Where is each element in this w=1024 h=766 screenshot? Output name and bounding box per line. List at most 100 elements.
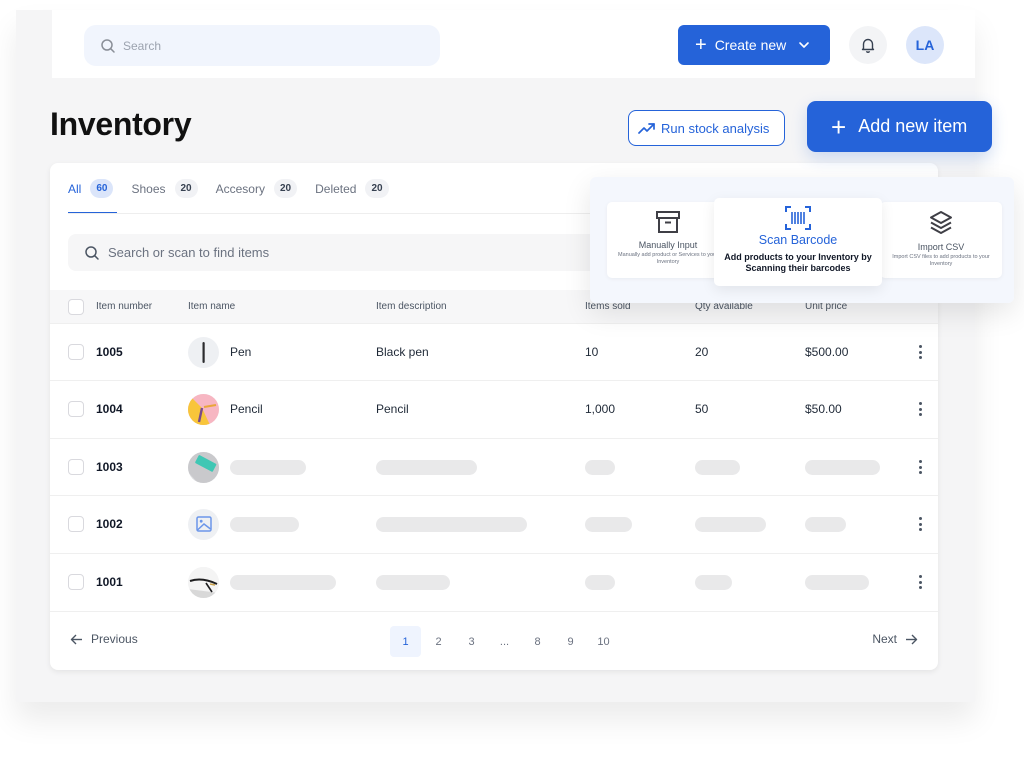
next-page-button[interactable]: Next	[872, 632, 918, 646]
unit-price: $50.00	[805, 402, 842, 416]
loading-skeleton	[805, 574, 869, 590]
import-csv-title: Import CSV	[917, 242, 965, 252]
item-number: 1002	[96, 517, 123, 531]
pencil-image	[188, 393, 219, 425]
loading-skeleton	[376, 459, 477, 475]
table-row[interactable]: 1002	[50, 495, 938, 552]
tab-deleted[interactable]: Deleted 20	[315, 163, 389, 214]
item-name: Pencil	[230, 402, 263, 416]
manual-input-option[interactable]: Manually Input Manually add product or S…	[607, 202, 729, 278]
loading-skeleton	[695, 459, 740, 475]
loading-skeleton	[376, 516, 527, 532]
loading-skeleton	[585, 574, 615, 590]
loading-skeleton	[585, 516, 632, 532]
pen-image	[188, 336, 219, 368]
previous-page-button[interactable]: Previous	[70, 632, 138, 646]
page-button-8[interactable]: 8	[522, 626, 553, 657]
tab-shoes[interactable]: Shoes 20	[131, 163, 198, 214]
page-button-1[interactable]: 1	[390, 626, 421, 657]
row-checkbox[interactable]	[68, 459, 84, 475]
more-options-icon[interactable]	[916, 574, 924, 590]
glasses-image	[188, 566, 219, 598]
trending-up-icon	[638, 123, 655, 134]
item-number: 1003	[96, 460, 123, 474]
next-label: Next	[872, 632, 897, 646]
global-search[interactable]	[84, 25, 440, 66]
column-header-item-number[interactable]: Item number	[96, 301, 152, 312]
tab-count-badge: 60	[90, 179, 114, 198]
eraser-image	[188, 451, 219, 483]
table-row[interactable]: 1001	[50, 553, 938, 610]
column-header-item-description[interactable]: Item description	[376, 301, 447, 312]
page-button-10[interactable]: 10	[588, 626, 619, 657]
items-sold: 10	[585, 345, 599, 359]
more-options-icon[interactable]	[916, 516, 924, 532]
image-placeholder-icon	[188, 508, 219, 540]
table-row[interactable]: 1004 Pencil Pencil 1,000 50 $50.00	[50, 380, 938, 437]
tab-label: Accesory	[215, 181, 265, 196]
loading-skeleton	[585, 459, 615, 475]
global-search-input[interactable]	[123, 38, 403, 53]
arrow-right-icon	[906, 634, 918, 644]
item-number: 1001	[96, 575, 123, 589]
table-row[interactable]: 1003	[50, 438, 938, 495]
items-sold: 1,000	[585, 402, 616, 416]
arrow-left-icon	[70, 634, 82, 644]
top-bar: + Create new LA	[52, 10, 975, 78]
row-checkbox[interactable]	[68, 344, 84, 360]
scan-barcode-description: Add products to your Inventory by Scanni…	[724, 252, 872, 273]
loading-skeleton	[695, 516, 766, 532]
tab-all[interactable]: All 60	[68, 163, 118, 214]
add-item-options-popover: Manually Input Manually add product or S…	[590, 177, 1014, 303]
tab-count-badge: 20	[174, 179, 198, 198]
loading-skeleton	[805, 516, 846, 532]
more-options-icon[interactable]	[916, 401, 924, 417]
qty-available: 50	[695, 402, 709, 416]
search-icon	[85, 245, 99, 260]
column-header-item-name[interactable]: Item name	[188, 301, 235, 312]
tab-accesory[interactable]: Accesory 20	[215, 163, 298, 214]
manual-input-description: Manually add product or Services to your…	[618, 252, 718, 266]
page-button-9[interactable]: 9	[555, 626, 586, 657]
loading-skeleton	[230, 574, 336, 590]
previous-label: Previous	[91, 632, 138, 646]
table-row[interactable]: 1005 Pen Black pen 10 20 $500.00	[50, 323, 938, 380]
add-new-item-button[interactable]: + Add new item	[807, 101, 992, 152]
row-checkbox[interactable]	[68, 574, 84, 590]
archive-box-icon	[656, 211, 680, 233]
unit-price: $500.00	[805, 345, 849, 359]
more-options-icon[interactable]	[916, 459, 924, 475]
manual-input-title: Manually Input	[638, 240, 698, 250]
plus-icon: +	[831, 111, 847, 142]
tab-label: Shoes	[131, 181, 166, 196]
scan-barcode-option[interactable]: Scan Barcode Add products to your Invent…	[714, 198, 882, 286]
import-csv-option[interactable]: Import CSV Import CSV files to add produ…	[880, 202, 1002, 278]
chevron-down-icon	[799, 42, 810, 48]
row-checkbox[interactable]	[68, 516, 84, 532]
notifications-button[interactable]	[849, 26, 887, 64]
page-button-2[interactable]: 2	[423, 626, 454, 657]
item-search-input[interactable]	[108, 245, 528, 260]
row-checkbox[interactable]	[68, 401, 84, 417]
item-name: Pen	[230, 345, 252, 359]
page-button-3[interactable]: 3	[456, 626, 487, 657]
page-numbers: 1 2 3 ... 8 9 10	[390, 626, 621, 657]
select-all-checkbox[interactable]	[68, 298, 84, 315]
qty-available: 20	[695, 345, 709, 359]
run-stock-analysis-button[interactable]: Run stock analysis	[628, 110, 785, 146]
item-number: 1005	[96, 345, 123, 359]
category-tabs: All 60 Shoes 20 Accesory 20 Deleted 20	[68, 163, 407, 214]
tab-count-badge: 20	[273, 179, 298, 198]
loading-skeleton	[695, 574, 732, 590]
more-options-icon[interactable]	[916, 344, 924, 360]
loading-skeleton	[805, 459, 880, 475]
item-description: Pencil	[376, 402, 409, 416]
import-csv-description: Import CSV files to add products to your…	[892, 254, 990, 268]
tab-label: All	[68, 181, 82, 196]
add-new-item-label: Add new item	[858, 116, 968, 136]
user-avatar[interactable]: LA	[906, 26, 944, 64]
tab-count-badge: 20	[365, 179, 389, 198]
create-new-button[interactable]: + Create new	[678, 25, 830, 65]
loading-skeleton	[230, 459, 306, 475]
run-stock-analysis-label: Run stock analysis	[661, 120, 770, 136]
